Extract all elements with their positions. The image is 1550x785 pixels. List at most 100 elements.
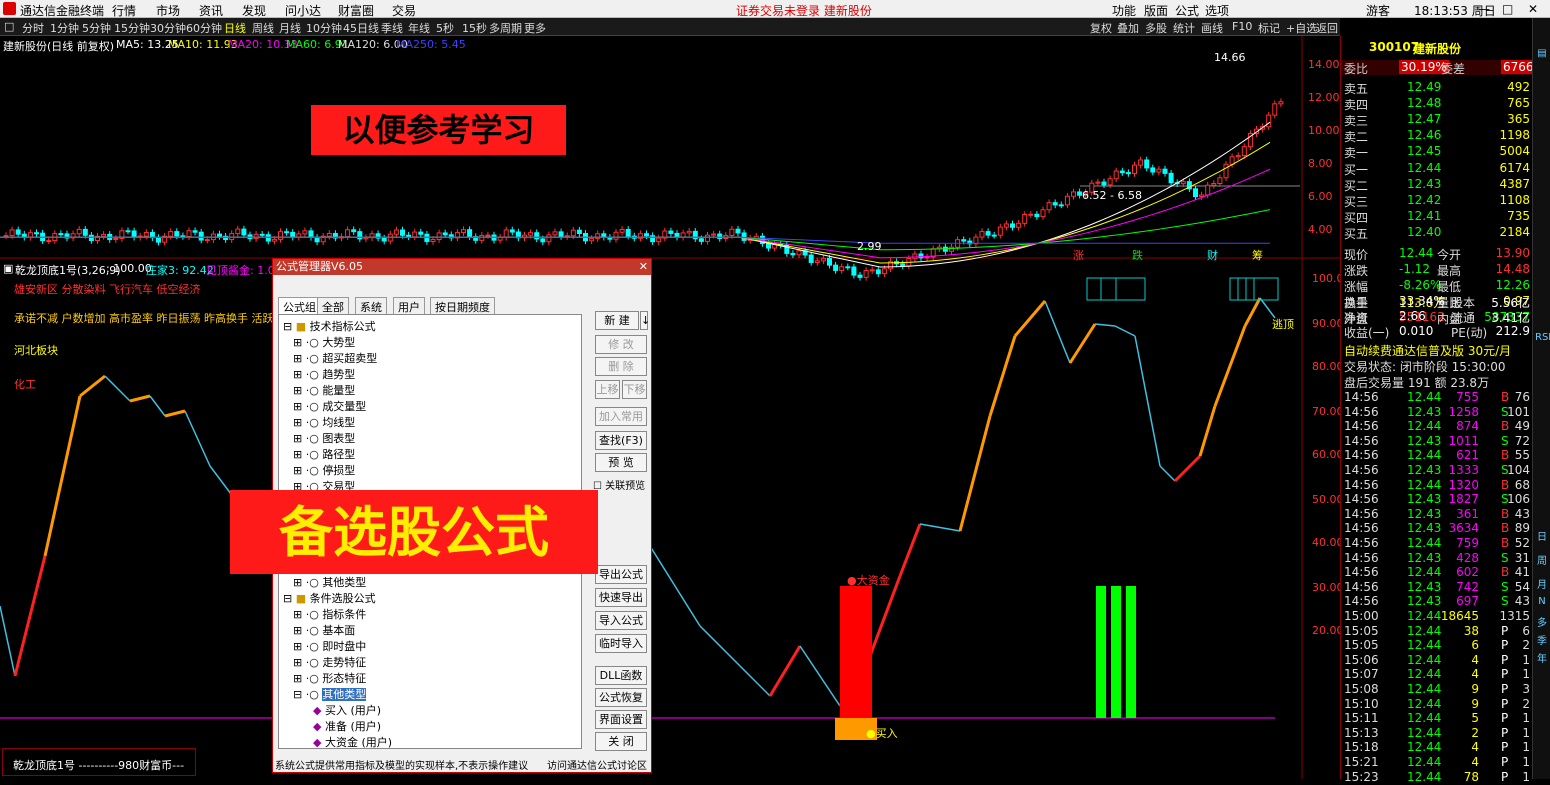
event-cai[interactable]: 财	[1207, 247, 1218, 263]
login-notice[interactable]: 证券交易未登录 建新股份	[736, 2, 872, 19]
dialog-close-icon[interactable]: ✕	[639, 259, 648, 275]
move-down-button[interactable]: 下移	[622, 380, 647, 399]
footer-indicator-text[interactable]: 乾龙顶底1号 ----------980财富币---	[13, 757, 184, 773]
menu-item-gongshi[interactable]: 公式	[1175, 2, 1199, 19]
menu-item-faxian[interactable]: 发现	[242, 2, 266, 19]
minimize-icon[interactable]: —	[1478, 2, 1490, 16]
period-daily[interactable]: 日线	[224, 20, 246, 36]
tool-duogu[interactable]: 多股	[1145, 20, 1167, 36]
new-button[interactable]: 新 建	[595, 311, 639, 330]
indicator-name[interactable]: 乾龙顶底1号(3,26,9)	[15, 262, 121, 278]
close-icon[interactable]: ✕	[1528, 2, 1538, 16]
industry-tag[interactable]: 化工	[14, 376, 36, 392]
restore-button[interactable]: 公式恢复	[595, 688, 647, 707]
tree-item[interactable]: ⊞ ·○ 路径型	[293, 446, 355, 462]
side-icon-season[interactable]: 季	[1535, 632, 1549, 647]
tree-item[interactable]: ⊞ ·○ 走势特征	[293, 654, 366, 670]
tree-item[interactable]: ⊞ ·○ 指标条件	[293, 606, 366, 622]
menu-item-gongneng[interactable]: 功能	[1112, 2, 1136, 19]
tree-item[interactable]: ⊞ ·○ 基本面	[293, 622, 355, 638]
period-1min[interactable]: 1分钟	[50, 20, 79, 36]
period-year[interactable]: 年线	[408, 20, 430, 36]
side-icon-multi[interactable]: 多	[1535, 614, 1549, 629]
period-more[interactable]: 更多	[524, 20, 546, 36]
tree-item[interactable]: ⊞ ·○ 能量型	[293, 382, 355, 398]
tree-user-formula-buy[interactable]: ◆ 买入 (用户)	[313, 702, 381, 718]
menu-item-banmian[interactable]: 版面	[1144, 2, 1168, 19]
region-tag[interactable]: 河北板块	[14, 342, 58, 358]
user-label[interactable]: 游客	[1366, 2, 1390, 19]
side-icon-week[interactable]: 周	[1535, 552, 1549, 567]
feature-tags[interactable]: 承诺不减 户数增加 高市盈率 昨日振荡 昨高换手 活跃股 近期	[14, 310, 310, 326]
tree-item[interactable]: ⊞ ·○ 图表型	[293, 430, 355, 446]
tool-fanhui[interactable]: 返回	[1316, 20, 1338, 36]
menu-item-hangqing[interactable]: 行情	[112, 2, 136, 19]
new-dropdown-icon[interactable]: ↓	[640, 311, 650, 330]
tree-item[interactable]: ⊞ ·○ 成交量型	[293, 398, 366, 414]
tool-diejia[interactable]: 叠加	[1117, 20, 1139, 36]
period-15min[interactable]: 15分钟	[114, 20, 150, 36]
side-icon-month[interactable]: 月	[1535, 576, 1549, 591]
tree-item[interactable]: ⊞ ·○ 均线型	[293, 414, 355, 430]
quick-export-button[interactable]: 快速导出	[595, 588, 647, 607]
period-45day[interactable]: 45日线	[343, 20, 379, 36]
side-icon-1[interactable]: ▤	[1535, 48, 1549, 59]
period-weekly[interactable]: 周线	[252, 20, 274, 36]
period-monthly[interactable]: 月线	[279, 20, 301, 36]
tree-item-tech-indicators[interactable]: ⊟ ■ 技术指标公式	[283, 318, 376, 334]
ui-settings-button[interactable]: 界面设置	[595, 710, 647, 729]
ad-banner[interactable]: 自动续费通达信普及版 30元/月	[1341, 342, 1533, 358]
temp-import-button[interactable]: 临时导入	[595, 634, 647, 653]
maximize-icon[interactable]: □	[1502, 2, 1513, 16]
event-die[interactable]: 跌	[1132, 247, 1143, 263]
period-10min[interactable]: 10分钟	[306, 20, 342, 36]
menu-item-zixun[interactable]: 资讯	[199, 2, 223, 19]
edit-button[interactable]: 修 改	[595, 335, 647, 354]
tool-huaxian[interactable]: 画线	[1201, 20, 1223, 36]
side-icon-day[interactable]: 日	[1535, 528, 1549, 543]
link-preview-checkbox[interactable]: ☐ 关联预览	[593, 477, 645, 492]
menu-item-shichang[interactable]: 市场	[156, 2, 180, 19]
period-30min[interactable]: 30分钟	[150, 20, 186, 36]
period-5min[interactable]: 5分钟	[82, 20, 111, 36]
tree-user-formula-bigmoney[interactable]: ◆ 大资金 (用户)	[313, 734, 392, 748]
tree-item[interactable]: ⊞ ·○ 即时盘中	[293, 638, 366, 654]
tree-user-formula-prepare[interactable]: ◆ 准备 (用户)	[313, 718, 381, 734]
dll-button[interactable]: DLL函数	[595, 666, 647, 685]
tool-fuquan[interactable]: 复权	[1090, 20, 1112, 36]
import-button[interactable]: 导入公式	[595, 611, 647, 630]
side-icon-n[interactable]: N	[1535, 596, 1549, 607]
close-button[interactable]: 关 闭	[595, 732, 647, 751]
add-common-button[interactable]: 加入常用	[595, 407, 647, 426]
tool-biaoji[interactable]: 标记	[1258, 20, 1280, 36]
menu-item-xuanxiang[interactable]: 选项	[1205, 2, 1229, 19]
menu-item-jiaoyi[interactable]: 交易	[392, 2, 416, 19]
tree-item[interactable]: ⊞ ·○ 形态特征	[293, 670, 366, 686]
tree-item[interactable]: ⊞ ·○ 趋势型	[293, 366, 355, 382]
period-60min[interactable]: 60分钟	[186, 20, 222, 36]
move-up-button[interactable]: 上移	[595, 380, 620, 399]
tool-tongji[interactable]: 统计	[1173, 20, 1195, 36]
event-chou[interactable]: 筹	[1252, 247, 1263, 263]
event-zhang[interactable]: 涨	[1073, 247, 1084, 263]
period-15sec[interactable]: 15秒	[462, 20, 487, 36]
concept-tags[interactable]: 雄安新区 分散染料 飞行汽车 低空经济	[14, 281, 201, 297]
side-icon-year[interactable]: 年	[1535, 650, 1549, 665]
discussion-link[interactable]: 访问通达信公式讨论区	[547, 757, 647, 772]
period-menu-icon[interactable]: □	[4, 20, 14, 33]
tree-item-condition-select[interactable]: ⊟ ■ 条件选股公式	[283, 590, 376, 606]
tool-f10[interactable]: F10	[1232, 20, 1252, 33]
kline-chart[interactable]	[0, 36, 1340, 779]
export-button[interactable]: 导出公式	[595, 565, 647, 584]
tree-item[interactable]: ⊞ ·○ 超买超卖型	[293, 350, 377, 366]
period-multi[interactable]: 多周期	[489, 20, 522, 36]
side-icon-rsi[interactable]: RSI	[1535, 332, 1550, 343]
menu-item-wenxiaoda[interactable]: 问小达	[285, 2, 321, 19]
find-button[interactable]: 查找(F3)	[595, 431, 647, 450]
tree-item-other-types[interactable]: ⊞ ·○ 其他类型	[293, 574, 366, 590]
tool-zixuan[interactable]: +自选	[1286, 20, 1317, 36]
preview-button[interactable]: 预 览	[595, 453, 647, 472]
menu-item-caifuquan[interactable]: 财富圈	[338, 2, 374, 19]
indicator-settings-icon[interactable]: ▣	[3, 262, 13, 275]
tree-item-selected[interactable]: ⊟ ·○ 其他类型	[293, 686, 367, 702]
